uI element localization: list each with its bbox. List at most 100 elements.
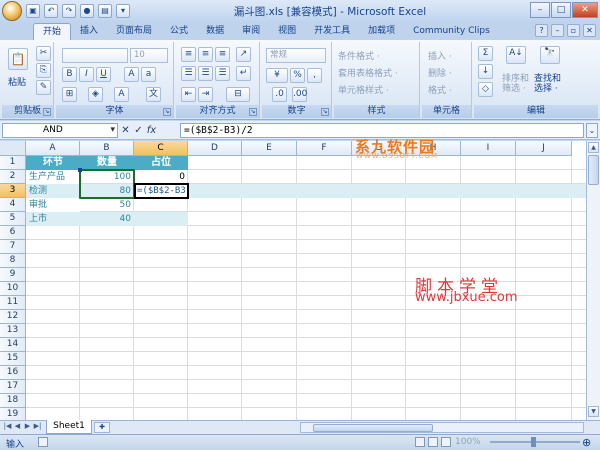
align-center-icon[interactable]: ☰	[198, 66, 213, 81]
row-header-8[interactable]: 8	[0, 254, 26, 268]
tab-developer[interactable]: 开发工具	[305, 23, 359, 40]
first-sheet-icon[interactable]: |◀	[3, 422, 12, 431]
merge-center-icon[interactable]: ⊟	[226, 87, 250, 102]
cell-b1[interactable]: 数量	[80, 156, 134, 170]
select-all-corner[interactable]	[0, 141, 26, 156]
cell-a4[interactable]: 审批	[26, 198, 80, 212]
align-left-icon[interactable]: ☰	[181, 66, 196, 81]
zoom-level[interactable]: 100%	[455, 437, 481, 447]
hscroll-thumb[interactable]	[313, 424, 433, 432]
row-header-6[interactable]: 6	[0, 226, 26, 240]
number-launcher-icon[interactable]: ↘	[321, 108, 329, 116]
tab-insert[interactable]: 插入	[71, 23, 107, 40]
sort-filter-label[interactable]: 排序和 筛选 ·	[502, 74, 529, 94]
normal-view-icon[interactable]	[415, 437, 425, 447]
scroll-down-icon[interactable]: ▼	[588, 406, 599, 417]
increase-decimal-icon[interactable]: .0	[272, 87, 287, 102]
insert-function-icon[interactable]: fx	[146, 125, 157, 136]
decrease-indent-icon[interactable]: ⇤	[181, 87, 196, 102]
cell-c5[interactable]	[134, 212, 188, 226]
italic-icon[interactable]: I	[79, 67, 94, 82]
close-button[interactable]: ✕	[572, 2, 598, 18]
table-format-button[interactable]: 套用表格格式 ·	[338, 66, 398, 79]
prev-sheet-icon[interactable]: ◀	[13, 422, 22, 431]
increase-indent-icon[interactable]: ⇥	[198, 87, 213, 102]
cell-b5[interactable]: 40	[80, 212, 134, 226]
row-header-3[interactable]: 3	[0, 184, 26, 198]
percent-icon[interactable]: %	[290, 68, 305, 83]
shrink-font-icon[interactable]: a	[141, 67, 156, 82]
row-header-9[interactable]: 9	[0, 268, 26, 282]
column-header-b[interactable]: B	[80, 141, 134, 156]
font-size-box[interactable]: 10	[130, 48, 168, 63]
align-bottom-icon[interactable]: ≡	[215, 47, 230, 62]
autosum-icon[interactable]: Σ	[478, 46, 493, 61]
tab-review[interactable]: 审阅	[233, 23, 269, 40]
comma-icon[interactable]: ,	[307, 68, 322, 83]
clipboard-launcher-icon[interactable]: ↘	[43, 108, 51, 116]
enter-icon[interactable]: ✓	[133, 125, 144, 136]
next-sheet-icon[interactable]: ▶	[23, 422, 32, 431]
save-icon[interactable]: ▣	[26, 4, 40, 18]
maximize-button[interactable]: □	[551, 2, 571, 18]
ribbon-restore-icon[interactable]: ▫	[567, 24, 580, 37]
horizontal-scrollbar[interactable]	[300, 422, 584, 433]
vertical-scrollbar[interactable]: ▲ ▼	[586, 141, 600, 420]
minimize-button[interactable]: –	[530, 2, 550, 18]
column-header-j[interactable]: J	[516, 141, 572, 156]
underline-icon[interactable]: U	[96, 67, 111, 82]
paste-label[interactable]: 粘贴	[8, 75, 26, 88]
last-sheet-icon[interactable]: ▶|	[33, 422, 42, 431]
find-select-icon[interactable]: 🔭	[540, 46, 560, 64]
format-cells-button[interactable]: 格式 ·	[428, 83, 452, 96]
sort-filter-icon[interactable]: A↓	[506, 46, 526, 64]
row-header-19[interactable]: 19	[0, 408, 26, 420]
row-header-15[interactable]: 15	[0, 352, 26, 366]
tab-data[interactable]: 数据	[197, 23, 233, 40]
page-break-view-icon[interactable]	[441, 437, 451, 447]
column-header-f[interactable]: F	[297, 141, 352, 156]
page-layout-view-icon[interactable]	[428, 437, 438, 447]
delete-cells-button[interactable]: 删除 ·	[428, 66, 452, 79]
insert-cells-button[interactable]: 插入 ·	[428, 49, 452, 62]
tab-formulas[interactable]: 公式	[161, 23, 197, 40]
paste-icon[interactable]: 📋	[8, 48, 28, 70]
cut-icon[interactable]: ✂	[36, 46, 51, 61]
help-icon[interactable]: ?	[535, 24, 548, 37]
cell-b4[interactable]: 50	[80, 198, 134, 212]
format-painter-icon[interactable]: ✎	[36, 80, 51, 95]
row-header-1[interactable]: 1	[0, 156, 26, 170]
row-header-7[interactable]: 7	[0, 240, 26, 254]
row-header-14[interactable]: 14	[0, 338, 26, 352]
currency-icon[interactable]: ¥	[266, 68, 288, 83]
row-header-5[interactable]: 5	[0, 212, 26, 226]
fill-color-icon[interactable]: ◈	[88, 87, 103, 102]
expand-formula-icon[interactable]: ⌄	[586, 123, 598, 138]
orientation-icon[interactable]: ↗	[236, 47, 251, 62]
conditional-format-button[interactable]: 条件格式 ·	[338, 49, 380, 62]
print-icon[interactable]: ▤	[98, 4, 112, 18]
name-box[interactable]: AND ▾	[2, 123, 118, 138]
scroll-up-icon[interactable]: ▲	[588, 142, 599, 153]
copy-icon[interactable]: ⎘	[36, 63, 51, 78]
cell-a5[interactable]: 上市	[26, 212, 80, 226]
grow-font-icon[interactable]: A	[124, 67, 139, 82]
cancel-icon[interactable]: ✕	[120, 125, 131, 136]
find-select-label[interactable]: 查找和 选择 ·	[534, 74, 561, 94]
zoom-in-icon[interactable]: ⊕	[582, 436, 591, 449]
alignment-launcher-icon[interactable]: ↘	[249, 108, 257, 116]
font-color-icon[interactable]: A	[114, 87, 129, 102]
row-header-13[interactable]: 13	[0, 324, 26, 338]
wrap-text-icon[interactable]: ↵	[236, 66, 251, 81]
row-header-11[interactable]: 11	[0, 296, 26, 310]
row-header-2[interactable]: 2	[0, 170, 26, 184]
tab-home[interactable]: 开始	[33, 23, 72, 40]
row-header-16[interactable]: 16	[0, 366, 26, 380]
column-header-e[interactable]: E	[242, 141, 297, 156]
cell-c1[interactable]: 占位	[134, 156, 188, 170]
cell-styles-button[interactable]: 单元格样式 ·	[338, 83, 389, 96]
tab-page-layout[interactable]: 页面布局	[107, 23, 161, 40]
column-header-d[interactable]: D	[188, 141, 242, 156]
border-icon[interactable]: ⊞	[62, 87, 77, 102]
row-header-18[interactable]: 18	[0, 394, 26, 408]
